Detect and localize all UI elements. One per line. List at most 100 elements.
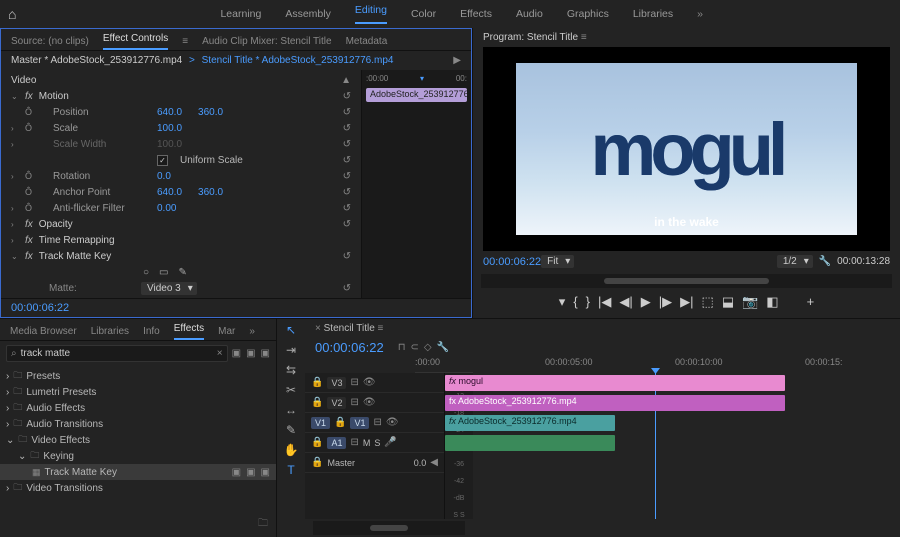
track-v2-header[interactable]: 🔒V2⊟👁: [305, 393, 444, 413]
linked-selection-icon[interactable]: ⊂: [411, 342, 419, 353]
extract-icon[interactable]: ⬓: [722, 294, 734, 310]
go-out-icon[interactable]: ▶|: [680, 294, 693, 310]
track-master-header[interactable]: 🔒Master0.0◀: [305, 453, 444, 473]
track-v3-header[interactable]: 🔒V3⊟👁: [305, 373, 444, 393]
matte-prop: Matte:: [25, 283, 135, 294]
selection-tool-icon[interactable]: ↖: [286, 323, 296, 337]
settings-icon[interactable]: 🔧: [437, 342, 449, 353]
ripple-tool-icon[interactable]: ⇆: [286, 363, 296, 377]
ec-timecode[interactable]: 00:00:06:22: [11, 302, 69, 314]
audio-mixer-tab[interactable]: Audio Clip Mixer: Stencil Title: [202, 36, 332, 47]
program-monitor[interactable]: mogul in the wake: [483, 47, 890, 251]
ellipse-mask-icon[interactable]: ○: [143, 267, 149, 278]
scale-width-prop: Scale Width: [41, 139, 151, 150]
effect-controls-timeline[interactable]: :00:00▾00: AdobeStock_253912776.mp4: [361, 70, 471, 298]
markers-tab[interactable]: Mar: [218, 326, 235, 337]
step-back-icon[interactable]: ◀|: [619, 294, 632, 310]
audio-effects-folder[interactable]: ›🗀Audio Effects: [0, 400, 276, 416]
timeline-ruler[interactable]: :00:00 00:00:05:00 00:00:10:00 00:00:15:: [415, 357, 473, 373]
tab-assembly[interactable]: Assembly: [285, 8, 331, 20]
presets-folder[interactable]: ›🗀Presets: [0, 368, 276, 384]
pen-mask-icon[interactable]: ✎: [179, 267, 187, 278]
mark-out-icon[interactable]: }: [586, 294, 590, 310]
effects-tab[interactable]: Effects: [174, 323, 204, 340]
snap-icon[interactable]: ⊓: [398, 342, 406, 353]
program-left-timecode[interactable]: 00:00:06:22: [483, 256, 541, 268]
add-marker-icon[interactable]: ▾: [559, 294, 566, 310]
clip-v3[interactable]: fx mogul: [445, 375, 785, 391]
rect-mask-icon[interactable]: ▭: [159, 267, 168, 278]
clear-icon[interactable]: ×: [217, 348, 223, 359]
type-tool-icon[interactable]: T: [287, 463, 294, 477]
razor-tool-icon[interactable]: ✂: [286, 383, 296, 397]
metadata-tab[interactable]: Metadata: [346, 36, 388, 47]
fit-dropdown[interactable]: Fit: [541, 255, 574, 268]
tab-editing[interactable]: Editing: [355, 4, 387, 24]
fx-badge-icon[interactable]: ▣: [232, 348, 241, 359]
program-right-timecode: 00:00:13:28: [837, 256, 890, 267]
sequence-clip-label[interactable]: Stencil Title * AdobeStock_253912776.mp4: [202, 55, 394, 66]
tab-libraries[interactable]: Libraries: [633, 8, 673, 20]
tab-color[interactable]: Color: [411, 8, 436, 20]
video-header: Video: [11, 75, 121, 86]
tab-audio[interactable]: Audio: [516, 8, 543, 20]
play-icon[interactable]: ▶: [641, 294, 651, 310]
add-button-icon[interactable]: +: [807, 294, 815, 310]
program-panel: Program: Stencil Title ≡ mogul in the wa…: [473, 28, 900, 318]
pen-tool-icon[interactable]: ✎: [286, 423, 296, 437]
lumetri-folder[interactable]: ›🗀Lumetri Presets: [0, 384, 276, 400]
overflow-icon[interactable]: »: [697, 8, 703, 20]
program-scrubber[interactable]: [481, 274, 892, 288]
clip-v2[interactable]: fx AdobeStock_253912776.mp4: [445, 395, 785, 411]
marker-icon[interactable]: ◇: [424, 342, 432, 353]
audio-transitions-folder[interactable]: ›🗀Audio Transitions: [0, 416, 276, 432]
project-panel: Media Browser Libraries Info Effects Mar…: [0, 319, 276, 537]
hand-tool-icon[interactable]: ✋: [284, 443, 299, 457]
home-icon[interactable]: ⌂: [8, 6, 16, 22]
matte-dropdown[interactable]: Video 3: [141, 282, 197, 295]
reset-icon[interactable]: ↺: [343, 91, 351, 102]
uniform-scale-checkbox[interactable]: [157, 155, 168, 166]
video-effects-folder[interactable]: ⌄🗀Video Effects: [0, 432, 276, 448]
clip-v1[interactable]: fx AdobeStock_253912776.mp4: [445, 415, 615, 431]
new-bin-icon[interactable]: 🗀: [258, 518, 268, 529]
sequence-name[interactable]: Stencil Title: [324, 323, 375, 334]
track-select-tool-icon[interactable]: ⇥: [286, 343, 296, 357]
slip-tool-icon[interactable]: ↔: [285, 403, 297, 417]
clip-a1[interactable]: [445, 435, 615, 451]
keying-folder[interactable]: ⌄🗀Keying: [0, 448, 276, 464]
workspace-tabs: Learning Assembly Editing Color Effects …: [220, 4, 703, 24]
track-matte-group[interactable]: Track Matte Key: [39, 251, 149, 262]
lift-icon[interactable]: ⬚: [702, 294, 714, 310]
libraries-tab[interactable]: Libraries: [91, 326, 129, 337]
track-v1-header[interactable]: V1🔒V1⊟👁: [305, 413, 444, 433]
source-tab[interactable]: Source: (no clips): [11, 36, 89, 47]
effect-controls-tab[interactable]: Effect Controls: [103, 33, 168, 50]
step-fwd-icon[interactable]: |▶: [659, 294, 672, 310]
effects-search-input[interactable]: ⌕track matte×: [6, 345, 228, 362]
go-in-icon[interactable]: |◀: [598, 294, 611, 310]
export-frame-icon[interactable]: 📷: [742, 294, 758, 310]
motion-group[interactable]: Motion: [39, 91, 149, 102]
opacity-group[interactable]: Opacity: [39, 219, 149, 230]
comparison-icon[interactable]: ◧: [766, 294, 778, 310]
time-remap-group[interactable]: Time Remapping: [39, 235, 149, 246]
preview-subtitle: in the wake: [654, 215, 719, 229]
mark-in-icon[interactable]: {: [573, 294, 577, 310]
info-tab[interactable]: Info: [143, 326, 160, 337]
ec-clip-bar[interactable]: AdobeStock_253912776.mp4: [366, 88, 467, 102]
wrench-icon[interactable]: 🔧: [819, 256, 831, 267]
track-matte-key-effect[interactable]: ▦Track Matte Key▣▣▣: [0, 464, 276, 480]
tab-graphics[interactable]: Graphics: [567, 8, 609, 20]
clip-link[interactable]: >: [186, 55, 197, 66]
tab-learning[interactable]: Learning: [220, 8, 261, 20]
stopwatch-icon[interactable]: Ô: [25, 107, 35, 117]
zoom-dropdown[interactable]: 1/2: [777, 255, 813, 268]
tab-effects[interactable]: Effects: [460, 8, 492, 20]
media-browser-tab[interactable]: Media Browser: [10, 326, 77, 337]
track-a1-header[interactable]: 🔒A1⊟MS🎤: [305, 433, 444, 453]
timeline-zoom-bar[interactable]: [313, 521, 465, 535]
composite-dropdown[interactable]: Matte Alpha: [157, 298, 232, 299]
video-transitions-folder[interactable]: ›🗀Video Transitions: [0, 480, 276, 496]
timeline-timecode[interactable]: 00:00:06:22: [315, 340, 384, 355]
